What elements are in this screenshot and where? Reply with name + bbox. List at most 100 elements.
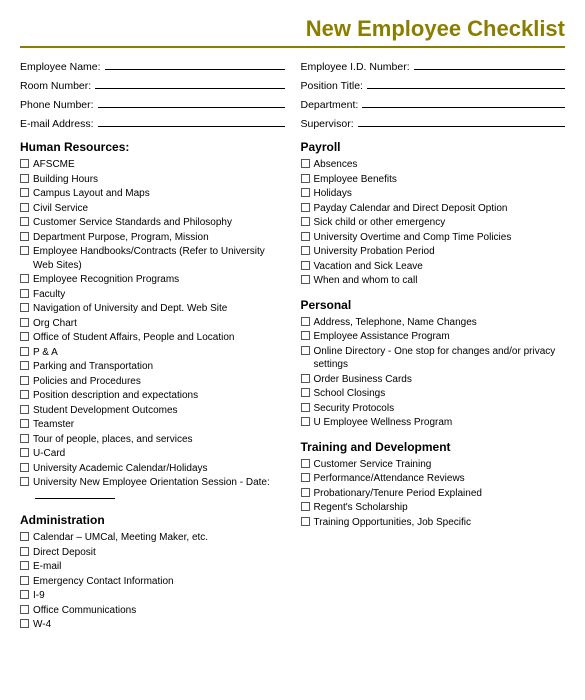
checkbox-icon[interactable] — [301, 346, 310, 355]
checkbox-icon[interactable] — [20, 532, 29, 541]
checkbox-icon[interactable] — [301, 517, 310, 526]
checkbox-icon[interactable] — [20, 605, 29, 614]
checkbox-icon[interactable] — [20, 419, 29, 428]
checkbox-icon[interactable] — [301, 488, 310, 497]
item-label: When and whom to call — [314, 274, 566, 288]
item-label: Employee Recognition Programs — [33, 273, 285, 287]
item-label: Regent's Scholarship — [314, 501, 566, 515]
payroll-section: Payroll AbsencesEmployee BenefitsHoliday… — [301, 140, 566, 288]
checkbox-icon[interactable] — [20, 590, 29, 599]
checkbox-icon[interactable] — [301, 388, 310, 397]
item-label: E-mail — [33, 560, 285, 574]
checkbox-icon[interactable] — [301, 217, 310, 226]
list-item: AFSCME — [20, 158, 285, 172]
list-item: I-9 — [20, 589, 285, 603]
list-item: Direct Deposit — [20, 546, 285, 560]
checkbox-icon[interactable] — [20, 390, 29, 399]
list-item: Employee Recognition Programs — [20, 273, 285, 287]
checkbox-icon[interactable] — [20, 174, 29, 183]
checkbox-icon[interactable] — [20, 274, 29, 283]
list-item: Department Purpose, Program, Mission — [20, 231, 285, 245]
department-field: Department: — [301, 96, 566, 111]
position-title-label: Position Title: — [301, 80, 363, 92]
item-label: U-Card — [33, 447, 285, 461]
checkbox-icon[interactable] — [301, 275, 310, 284]
item-label: Navigation of University and Dept. Web S… — [33, 302, 285, 316]
checkbox-icon[interactable] — [301, 417, 310, 426]
checkbox-icon[interactable] — [20, 347, 29, 356]
list-item: Sick child or other emergency — [301, 216, 566, 230]
checkbox-icon[interactable] — [301, 174, 310, 183]
checkbox-icon[interactable] — [20, 463, 29, 472]
list-item: Holidays — [301, 187, 566, 201]
form-section: Employee Name: Employee I.D. Number: Roo… — [20, 58, 565, 130]
human-resources-section: Human Resources: AFSCMEBuilding HoursCam… — [20, 140, 285, 503]
phone-label: Phone Number: — [20, 99, 94, 111]
item-label: Direct Deposit — [33, 546, 285, 560]
item-label: University Probation Period — [314, 245, 566, 259]
checkbox-icon[interactable] — [301, 188, 310, 197]
list-item: Calendar – UMCal, Meeting Maker, etc. — [20, 531, 285, 545]
list-item: University New Employee Orientation Sess… — [20, 476, 285, 503]
checkbox-icon[interactable] — [20, 332, 29, 341]
checkbox-icon[interactable] — [20, 318, 29, 327]
position-title-field: Position Title: — [301, 77, 566, 92]
checkbox-icon[interactable] — [301, 502, 310, 511]
checkbox-icon[interactable] — [20, 246, 29, 255]
checkbox-icon[interactable] — [301, 203, 310, 212]
checkbox-icon[interactable] — [20, 217, 29, 226]
checkbox-icon[interactable] — [301, 232, 310, 241]
administration-section: Administration Calendar – UMCal, Meeting… — [20, 513, 285, 632]
personal-section: Personal Address, Telephone, Name Change… — [301, 298, 566, 430]
item-label: U Employee Wellness Program — [314, 416, 566, 430]
department-label: Department: — [301, 99, 359, 111]
list-item: Emergency Contact Information — [20, 575, 285, 589]
employee-id-field: Employee I.D. Number: — [301, 58, 566, 73]
checkbox-icon[interactable] — [301, 374, 310, 383]
list-item: Employee Assistance Program — [301, 330, 566, 344]
email-underline — [98, 115, 285, 127]
list-item: Parking and Transportation — [20, 360, 285, 374]
checkbox-icon[interactable] — [20, 188, 29, 197]
item-label: Org Chart — [33, 317, 285, 331]
item-label: Civil Service — [33, 202, 285, 216]
item-label: Department Purpose, Program, Mission — [33, 231, 285, 245]
checkbox-icon[interactable] — [20, 448, 29, 457]
checkbox-icon[interactable] — [301, 246, 310, 255]
checkbox-icon[interactable] — [20, 619, 29, 628]
checkbox-icon[interactable] — [20, 361, 29, 370]
checkbox-icon[interactable] — [20, 477, 29, 486]
checkbox-icon[interactable] — [301, 403, 310, 412]
administration-list: Calendar – UMCal, Meeting Maker, etc.Dir… — [20, 531, 285, 632]
list-item: Order Business Cards — [301, 373, 566, 387]
item-label: University Academic Calendar/Holidays — [33, 462, 285, 476]
checkbox-icon[interactable] — [20, 405, 29, 414]
list-item: Building Hours — [20, 173, 285, 187]
item-label: Online Directory - One stop for changes … — [314, 345, 566, 372]
checkbox-icon[interactable] — [20, 547, 29, 556]
item-label: Performance/Attendance Reviews — [314, 472, 566, 486]
list-item: University Probation Period — [301, 245, 566, 259]
checkbox-icon[interactable] — [20, 576, 29, 585]
item-label: Vacation and Sick Leave — [314, 260, 566, 274]
item-label: Holidays — [314, 187, 566, 201]
list-item: Customer Service Standards and Philosoph… — [20, 216, 285, 230]
list-item: Faculty — [20, 288, 285, 302]
checkbox-icon[interactable] — [20, 561, 29, 570]
checkbox-icon[interactable] — [301, 473, 310, 482]
checkbox-icon[interactable] — [301, 331, 310, 340]
department-underline — [362, 96, 565, 108]
item-label: Payday Calendar and Direct Deposit Optio… — [314, 202, 566, 216]
checkbox-icon[interactable] — [301, 317, 310, 326]
checkbox-icon[interactable] — [20, 203, 29, 212]
checkbox-icon[interactable] — [20, 289, 29, 298]
checkbox-icon[interactable] — [20, 434, 29, 443]
checkbox-icon[interactable] — [301, 459, 310, 468]
checkbox-icon[interactable] — [20, 303, 29, 312]
email-field: E-mail Address: — [20, 115, 285, 130]
checkbox-icon[interactable] — [301, 261, 310, 270]
checkbox-icon[interactable] — [301, 159, 310, 168]
checkbox-icon[interactable] — [20, 232, 29, 241]
checkbox-icon[interactable] — [20, 159, 29, 168]
checkbox-icon[interactable] — [20, 376, 29, 385]
